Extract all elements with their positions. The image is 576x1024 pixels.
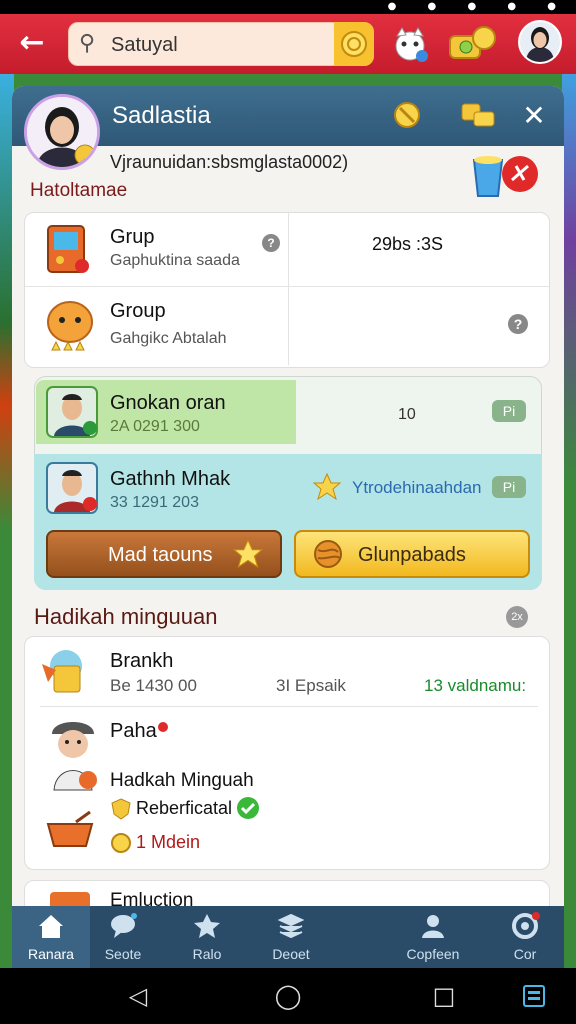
divider [40,706,538,707]
group-sub: Gaphuktina saada [110,252,240,269]
search-input[interactable] [111,31,311,59]
nav-item-cor[interactable]: Cor [486,906,564,968]
group-value: 29bs :3S [372,234,444,254]
nav-label: Ralo [192,946,222,962]
list-extra-title: Hadkah Minguah [110,770,254,791]
star-icon [312,472,342,501]
keyboard-icon[interactable] [522,984,546,1008]
nav-item-seote[interactable]: Seote [84,906,162,968]
badge-icon[interactable] [390,98,424,132]
coins-icon[interactable] [446,22,502,66]
list-item-title: Brankh [110,650,174,672]
chat-icon [111,913,137,938]
list-item-title: Paha [110,720,157,742]
profile-avatar-image [27,97,97,167]
info-icon[interactable]: ? [262,234,280,252]
user-avatar-image [520,22,560,62]
nav-label: Seote [104,946,142,962]
search-icon: ⚲ [79,31,96,56]
yarn-ball-icon [314,540,342,568]
nav-item-copfeen[interactable]: Copfeen [394,906,472,968]
member-name: Gnokan oran [110,392,226,414]
close-icon[interactable]: ✕ [516,98,552,134]
group-label: Grup [110,226,155,248]
coin-button[interactable] [334,22,374,66]
list-item-sub: Be 1430 00 [110,676,197,695]
gift-icon [42,650,82,693]
coin-icon [111,833,131,853]
star-icon [232,538,264,569]
bowl-icon [46,810,94,847]
system-recents-icon[interactable]: □ [430,982,458,1010]
section-badge[interactable]: 2x [506,606,528,628]
group-sub: Gahgikc Abtalah [110,330,227,347]
search-bar: ⚲ [68,22,374,66]
bottom-nav: Ranara Seote Ralo Deoet Copfeen Cor [12,906,564,968]
status-bar: ● ● ● ● ● [0,0,576,14]
glunpabads-button-label: Glunpabads [358,544,466,566]
system-nav-bar: ◁ ◯ □ [0,968,576,1024]
section-title: Hadikah minguuan [34,604,218,629]
divider [288,213,289,365]
people-icon [422,915,444,938]
mad-button[interactable]: Mad taouns [46,530,282,578]
treasure-icon[interactable] [458,98,498,132]
background-right [562,74,576,904]
nav-label: Copfeen [406,946,460,962]
settings-icon [512,912,540,939]
user-avatar[interactable] [518,20,562,64]
info-icon[interactable]: ? [508,314,528,334]
coin-icon [341,31,367,57]
nav-label: Deoet [272,946,310,962]
reward-label: Reberficatal [136,798,233,818]
member-value: 10 [398,406,416,423]
cost-label: 1 Mdein [136,832,201,852]
member-value: Ytrodehinaahdan [352,478,482,497]
shield-icon [111,798,131,820]
home-icon [39,915,63,938]
app-header: ← ⚲ [0,14,576,74]
group-label: Group [110,300,166,322]
nav-item-home[interactable]: Ranara [12,906,90,968]
member-id: 2A 0291 300 [110,418,200,435]
list-item-right: 13 valdnamu: [424,676,527,695]
layers-icon [277,913,305,939]
drink-icon[interactable] [468,150,542,200]
check-icon [237,797,259,819]
mascot-icon [47,301,93,351]
profile-avatar[interactable] [24,94,100,170]
member-id: 33 1291 203 [110,494,199,511]
member-avatar[interactable] [46,386,98,438]
profile-panel: Sadlastia ✕ Vjraunuidan:sbsmglasta0002) … [12,86,564,926]
arcade-icon [47,225,89,273]
star-icon [194,914,220,938]
list-item-mid: 3I Epsaik [276,676,346,695]
pet-icon[interactable] [388,22,432,66]
divider [25,286,549,287]
panel-title: Sadlastia [112,102,211,129]
status-icons: ● ● ● ● ● [387,1,570,12]
system-back-icon[interactable]: ◁ [124,982,152,1010]
member-name: Gathnh Mhak [110,468,231,490]
groups-card [24,212,550,368]
panel-subtitle: Hatoltamae [30,180,128,201]
member-badge[interactable]: Pi [492,400,526,422]
system-home-icon[interactable]: ◯ [274,982,302,1010]
nav-item-ralo[interactable]: Ralo [168,906,246,968]
notification-dot [158,722,168,732]
mad-button-label: Mad taouns [108,544,213,566]
member-avatar[interactable] [46,462,98,514]
nav-label: Cor [513,946,537,962]
glunpabads-button[interactable]: Glunpabads [294,530,530,578]
nav-item-deoet[interactable]: Deoet [252,906,330,968]
back-arrow-icon[interactable]: ← [14,26,50,62]
list-card [24,636,550,870]
character-icon [52,722,97,791]
nav-label: Ranara [28,946,74,962]
profile-email: Vjraunuidan:sbsmglasta0002) [110,152,349,172]
member-badge[interactable]: Pi [492,476,526,498]
